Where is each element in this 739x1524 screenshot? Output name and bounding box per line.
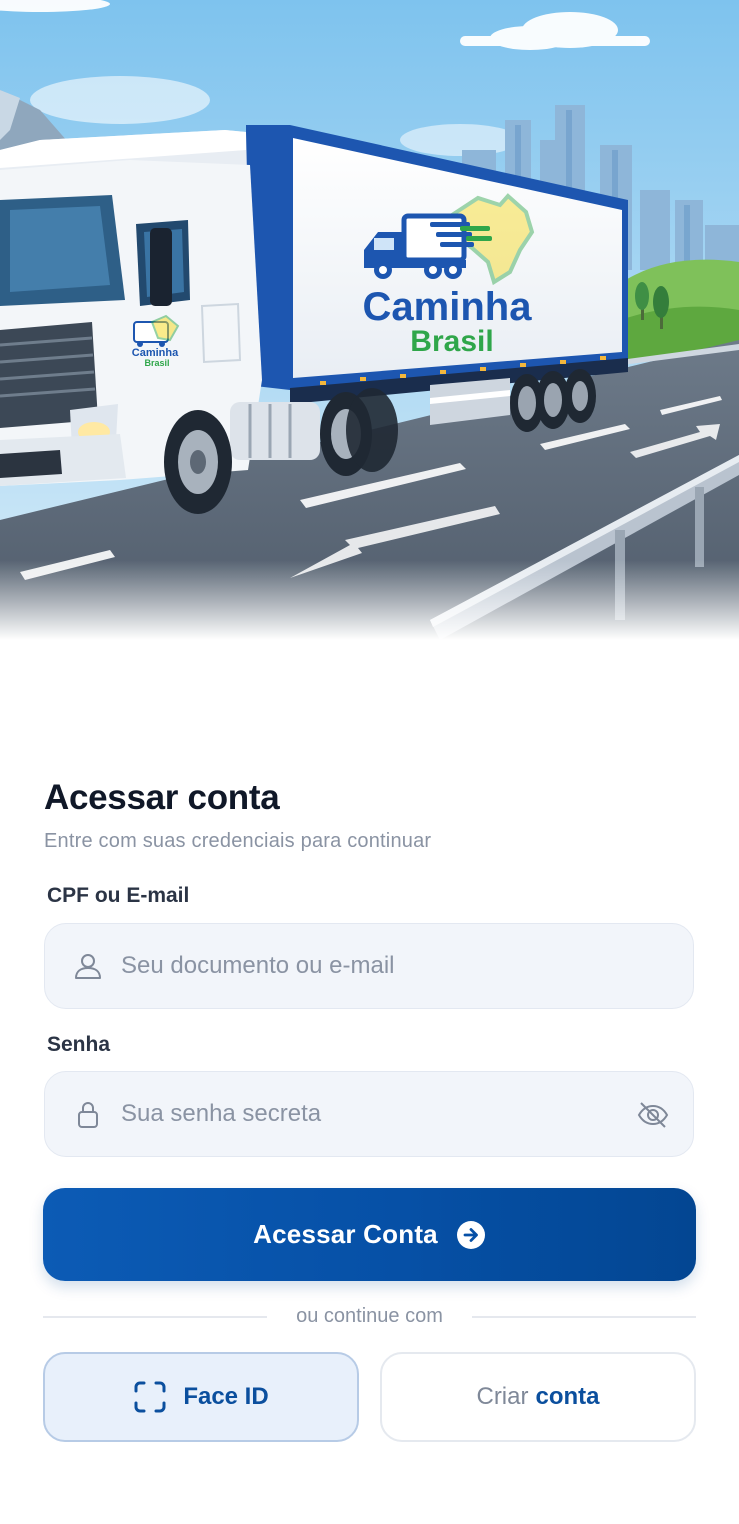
faceid-button[interactable]: Face ID: [43, 1352, 359, 1442]
faceid-button-label: Face ID: [183, 1383, 269, 1410]
eye-off-icon[interactable]: [637, 1100, 669, 1130]
arrow-right-circle-icon: [456, 1220, 485, 1249]
login-button-label: Acessar Conta: [253, 1219, 438, 1249]
user-icon: [75, 954, 101, 979]
create-account-button[interactable]: Criar conta: [380, 1352, 696, 1442]
divider-text: ou continue com: [296, 1305, 443, 1327]
user-input[interactable]: [121, 924, 621, 1008]
create-account-prefix: Criar: [476, 1383, 529, 1410]
user-input-container[interactable]: [44, 923, 694, 1009]
login-button[interactable]: Acessar Conta: [43, 1188, 696, 1281]
hero-illustration: Caminha Brasil Caminha Brasil: [0, 0, 739, 640]
password-input[interactable]: [121, 1072, 621, 1156]
user-field-label: CPF ou E-mail: [47, 884, 190, 907]
lock-icon: [78, 1102, 98, 1128]
create-account-bold: conta: [535, 1383, 600, 1410]
password-input-container[interactable]: [44, 1071, 694, 1157]
page-subtitle: Entre com suas credenciais para continua…: [44, 830, 432, 852]
svg-text:Brasil: Brasil: [144, 358, 169, 368]
svg-text:Caminha: Caminha: [363, 285, 533, 329]
svg-text:Brasil: Brasil: [410, 325, 493, 358]
page-title: Acessar conta: [44, 778, 280, 817]
password-field-label: Senha: [47, 1033, 111, 1056]
face-id-icon: [134, 1381, 166, 1413]
